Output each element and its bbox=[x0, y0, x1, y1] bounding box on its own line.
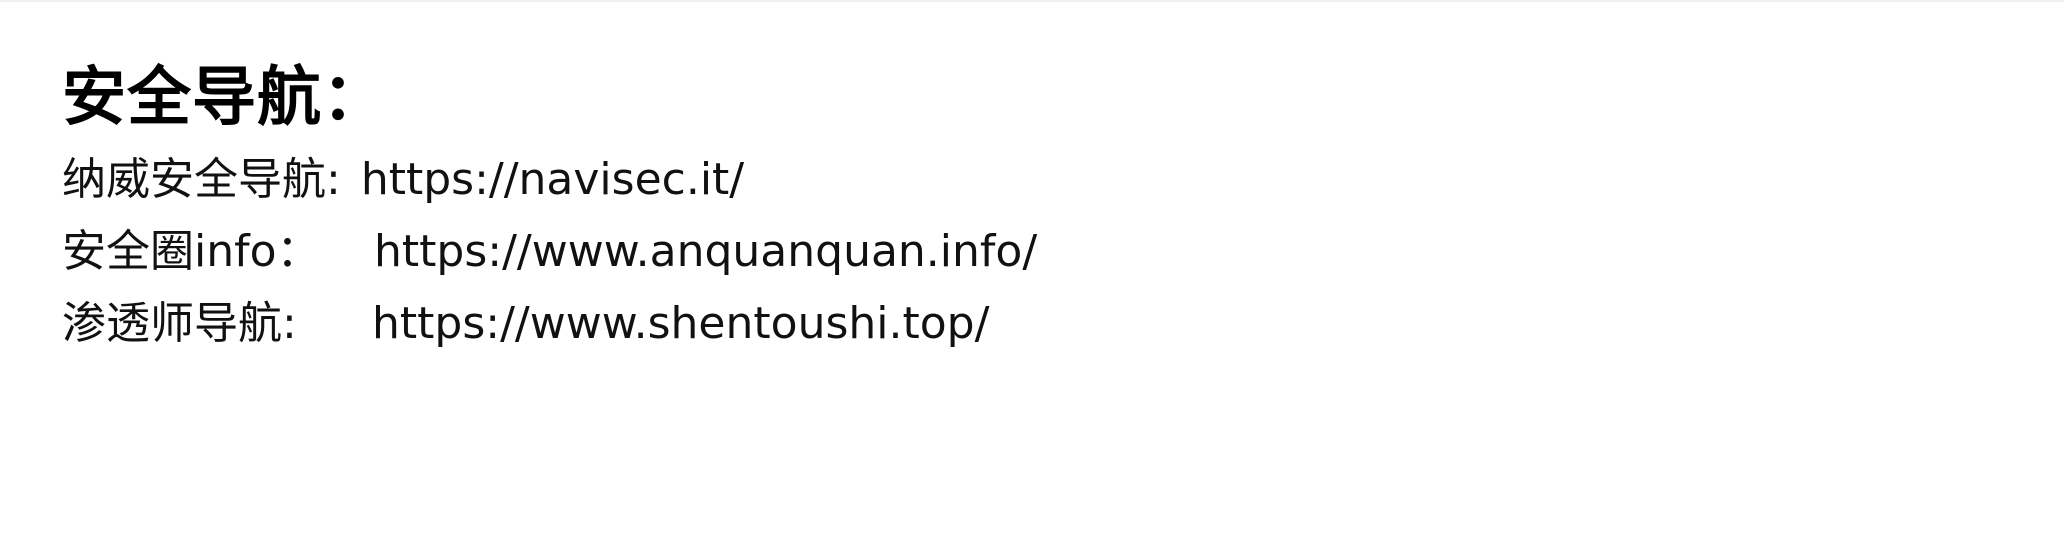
section-heading: 安全导航： bbox=[62, 61, 387, 135]
nav-link-row-shentoushi: 渗透师导航: https://www.shentoushi.top/ bbox=[62, 288, 1037, 360]
nav-link-label: 安全圈info： bbox=[62, 226, 321, 277]
top-divider bbox=[0, 0, 2064, 2]
nav-link-row-anquanquan: 安全圈info： https://www.anquanquan.info/ bbox=[62, 216, 1037, 288]
nav-link-label: 纳威安全导航: bbox=[62, 154, 341, 205]
nav-link-url[interactable]: https://navisec.it/ bbox=[361, 144, 744, 216]
document-body: 安全导航： 纳威安全导航: https://navisec.it/ 安全圈inf… bbox=[62, 56, 1037, 360]
nav-link-url[interactable]: https://www.anquanquan.info/ bbox=[374, 216, 1037, 288]
nav-link-label: 渗透师导航: bbox=[62, 298, 297, 349]
nav-link-url[interactable]: https://www.shentoushi.top/ bbox=[372, 288, 989, 360]
nav-link-row-navisec: 纳威安全导航: https://navisec.it/ bbox=[62, 144, 1037, 216]
